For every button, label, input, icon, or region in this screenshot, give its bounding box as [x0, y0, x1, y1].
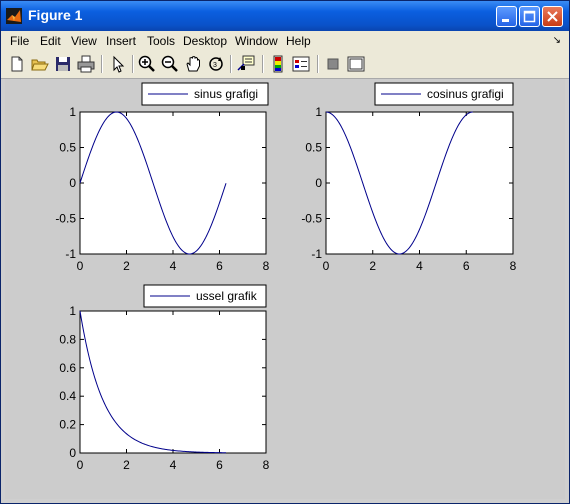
menu-dock-arrow-icon[interactable]: ↘	[553, 35, 561, 46]
minimize-icon	[502, 19, 509, 22]
pan-hand-icon[interactable]	[183, 54, 203, 74]
legend[interactable]: sinus grafigi	[141, 82, 269, 106]
print-icon[interactable]	[76, 54, 96, 74]
x-tick-label: 4	[170, 458, 177, 472]
y-tick-label: -1	[311, 247, 322, 261]
zoom-in-icon[interactable]	[137, 54, 157, 74]
x-tick-label: 6	[216, 259, 223, 273]
open-folder-icon[interactable]	[30, 54, 50, 74]
close-icon	[547, 11, 558, 22]
title-bar[interactable]: Figure 1	[1, 1, 569, 31]
new-file-icon[interactable]	[7, 54, 27, 74]
y-tick-label: 1	[69, 304, 76, 318]
x-tick-label: 8	[510, 259, 517, 273]
legend[interactable]: ussel grafik	[143, 284, 267, 308]
toolbar-separator	[132, 55, 134, 73]
y-tick-label: 0.4	[59, 389, 76, 403]
select-arrow-icon[interactable]	[108, 54, 128, 74]
minimize-button[interactable]	[496, 6, 517, 27]
rotate-3d-icon[interactable]: 3	[206, 54, 226, 74]
y-tick-label: 0	[69, 446, 76, 460]
menu-bar: File Edit View Insert Tools Desktop Wind…	[1, 31, 569, 51]
y-tick-label: 1	[315, 105, 322, 119]
maximize-button[interactable]	[519, 6, 540, 27]
zoom-out-icon[interactable]	[160, 54, 180, 74]
colorbar-icon[interactable]	[268, 54, 288, 74]
x-tick-label: 6	[463, 259, 470, 273]
x-tick-label: 0	[323, 259, 330, 273]
y-tick-label: 0	[315, 176, 322, 190]
window-title: Figure 1	[28, 7, 83, 23]
y-tick-label: -0.5	[301, 212, 322, 226]
x-tick-label: 4	[416, 259, 423, 273]
x-tick-label: 2	[123, 259, 130, 273]
y-tick-label: 0	[69, 176, 76, 190]
figure-window: Figure 1 File Edit View Insert Tools Des…	[0, 0, 570, 504]
save-icon[interactable]	[53, 54, 73, 74]
legend-label: sinus grafigi	[194, 87, 258, 101]
menu-file[interactable]: File	[10, 34, 29, 48]
plot-area	[79, 310, 267, 454]
legend[interactable]: cosinus grafigi	[374, 82, 514, 106]
menu-edit[interactable]: Edit	[40, 34, 61, 48]
y-tick-label: 1	[69, 105, 76, 119]
maximize-icon	[523, 10, 536, 23]
x-tick-label: 0	[77, 259, 84, 273]
x-tick-label: 8	[263, 458, 270, 472]
menu-desktop[interactable]: Desktop	[183, 34, 227, 48]
menu-help[interactable]: Help	[286, 34, 311, 48]
x-tick-label: 4	[170, 259, 177, 273]
matlab-logo-icon	[6, 8, 22, 24]
plot-area	[79, 111, 267, 255]
y-tick-label: 0.5	[305, 141, 322, 155]
x-tick-label: 6	[216, 458, 223, 472]
y-tick-label: 0.2	[59, 418, 76, 432]
axes-3[interactable]: 0 2 4 6 8 1 0.8 0.6 0.4 0.2 0 ussel grafik	[59, 284, 270, 472]
menu-insert[interactable]: Insert	[106, 34, 136, 48]
toolbar: 3	[1, 51, 569, 79]
toolbar-separator	[230, 55, 232, 73]
menu-window[interactable]: Window	[235, 34, 278, 48]
y-tick-label: 0.8	[59, 332, 76, 346]
y-tick-label: 0.6	[59, 361, 76, 375]
x-tick-label: 2	[123, 458, 130, 472]
toolbar-separator	[262, 55, 264, 73]
legend-label: cosinus grafigi	[427, 87, 504, 101]
plots-svg: 0 2 4 6 810.50-0.5-1sinus grafigi0 2 4 6 810.50-…	[55, 82, 517, 472]
axes-2[interactable]: 0 2 4 6 8 1 0.5 0 -0.5 -1 cosinus grafigi	[301, 82, 517, 273]
show-plot-tools-icon[interactable]	[346, 54, 366, 74]
data-cursor-icon[interactable]	[236, 54, 256, 74]
menu-tools[interactable]: Tools	[147, 34, 175, 48]
hide-plot-tools-icon[interactable]	[323, 54, 343, 74]
y-tick-label: 0.5	[59, 141, 76, 155]
x-tick-label: 8	[263, 259, 270, 273]
x-tick-label: 2	[369, 259, 376, 273]
close-button[interactable]	[542, 6, 563, 27]
legend-label: ussel grafik	[196, 289, 258, 303]
menu-view[interactable]: View	[71, 34, 97, 48]
plot-area	[325, 111, 514, 255]
x-tick-label: 0	[77, 458, 84, 472]
legend-icon[interactable]	[291, 54, 311, 74]
toolbar-separator	[101, 55, 103, 73]
figure-canvas: 0 2 4 6 8 1 0.5 0 -0.5 -1 sinus grafigi 0 2 4 6 8 1 0.5 0-…	[5, 79, 565, 499]
axes-1[interactable]: 0 2 4 6 8 1 0.5 0 -0.5 -1 sinus grafigi	[55, 82, 270, 273]
y-tick-label: -1	[65, 247, 76, 261]
y-tick-label: -0.5	[55, 212, 76, 226]
toolbar-separator	[317, 55, 319, 73]
svg-text:3: 3	[213, 62, 217, 69]
